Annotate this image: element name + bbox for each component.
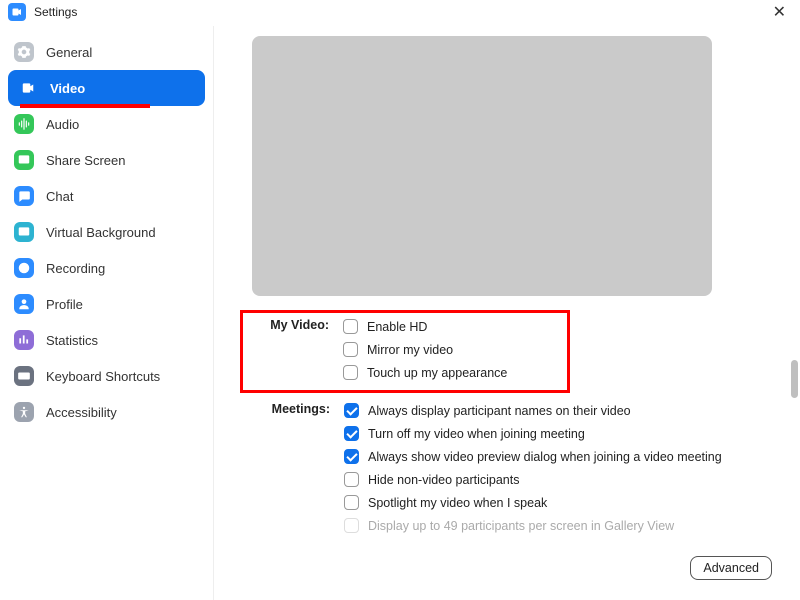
sidebar-item-keyboard[interactable]: Keyboard Shortcuts xyxy=(0,358,213,394)
checkbox[interactable] xyxy=(343,365,358,380)
sidebar-item-label: Chat xyxy=(46,189,73,204)
checkbox[interactable] xyxy=(344,449,359,464)
my-video-option[interactable]: Mirror my video xyxy=(343,338,561,361)
option-label: Always display participant names on thei… xyxy=(368,404,631,418)
sidebar-item-label: Share Screen xyxy=(46,153,126,168)
meetings-options: Always display participant names on thei… xyxy=(330,399,780,537)
settings-sidebar: General Video Audio Share Screen Chat Virtual… xyxy=(0,26,214,600)
option-label: Hide non-video participants xyxy=(368,473,519,487)
sidebar-item-label: General xyxy=(46,45,92,60)
close-icon[interactable]: ✕ xyxy=(769,2,790,22)
checkbox[interactable] xyxy=(344,472,359,487)
gear-icon xyxy=(14,42,34,62)
video-preview xyxy=(252,36,712,296)
record-icon xyxy=(14,258,34,278)
highlight-box-my-video: My Video: Enable HD Mirror my video Touch … xyxy=(240,310,570,393)
scrollbar-thumb[interactable] xyxy=(791,360,798,398)
option-label: Turn off my video when joining meeting xyxy=(368,427,585,441)
meetings-option[interactable]: Hide non-video participants xyxy=(344,468,780,491)
sidebar-item-audio[interactable]: Audio xyxy=(0,106,213,142)
option-label: Enable HD xyxy=(367,320,427,334)
sidebar-item-bg[interactable]: Virtual Background xyxy=(0,214,213,250)
sidebar-item-label: Audio xyxy=(46,117,79,132)
option-label: Mirror my video xyxy=(367,343,453,357)
sidebar-item-video[interactable]: Video xyxy=(8,70,205,106)
meetings-option[interactable]: Spotlight my video when I speak xyxy=(344,491,780,514)
sidebar-item-chat[interactable]: Chat xyxy=(0,178,213,214)
chat-icon xyxy=(14,186,34,206)
advanced-button[interactable]: Advanced xyxy=(690,556,772,580)
audio-icon xyxy=(14,114,34,134)
option-label: Always show video preview dialog when jo… xyxy=(368,450,722,464)
checkbox xyxy=(344,518,359,533)
meetings-option: Display up to 49 participants per screen… xyxy=(344,514,780,537)
sidebar-item-label: Statistics xyxy=(46,333,98,348)
access-icon xyxy=(14,402,34,422)
app-icon xyxy=(8,3,26,21)
sidebar-item-label: Profile xyxy=(46,297,83,312)
sidebar-item-label: Virtual Background xyxy=(46,225,156,240)
sidebar-item-label: Keyboard Shortcuts xyxy=(46,369,160,384)
checkbox[interactable] xyxy=(344,403,359,418)
window-title: Settings xyxy=(34,5,77,19)
share-icon xyxy=(14,150,34,170)
my-video-options: Enable HD Mirror my video Touch up my appe… xyxy=(329,315,561,384)
option-label: Spotlight my video when I speak xyxy=(368,496,547,510)
checkbox[interactable] xyxy=(344,495,359,510)
sidebar-item-share[interactable]: Share Screen xyxy=(0,142,213,178)
option-label: Display up to 49 participants per screen… xyxy=(368,519,674,533)
profile-icon xyxy=(14,294,34,314)
sidebar-item-gear[interactable]: General xyxy=(0,34,213,70)
meetings-option[interactable]: Always display participant names on thei… xyxy=(344,399,780,422)
section-label-meetings: Meetings: xyxy=(244,399,330,416)
sidebar-item-record[interactable]: Recording xyxy=(0,250,213,286)
sidebar-item-profile[interactable]: Profile xyxy=(0,286,213,322)
meetings-option[interactable]: Turn off my video when joining meeting xyxy=(344,422,780,445)
meetings-option[interactable]: Always show video preview dialog when jo… xyxy=(344,445,780,468)
keyboard-icon xyxy=(14,366,34,386)
checkbox[interactable] xyxy=(343,319,358,334)
settings-main: My Video: Enable HD Mirror my video Touch … xyxy=(214,26,800,600)
sidebar-item-label: Accessibility xyxy=(46,405,117,420)
checkbox[interactable] xyxy=(343,342,358,357)
sidebar-item-access[interactable]: Accessibility xyxy=(0,394,213,430)
option-label: Touch up my appearance xyxy=(367,366,507,380)
sidebar-item-label: Recording xyxy=(46,261,105,276)
bg-icon xyxy=(14,222,34,242)
section-label-my-video: My Video: xyxy=(243,315,329,332)
title-bar: Settings ✕ xyxy=(0,0,800,26)
my-video-option[interactable]: Touch up my appearance xyxy=(343,361,561,384)
my-video-option[interactable]: Enable HD xyxy=(343,315,561,338)
video-icon xyxy=(18,78,38,98)
sidebar-item-label: Video xyxy=(50,81,85,96)
sidebar-item-stats[interactable]: Statistics xyxy=(0,322,213,358)
stats-icon xyxy=(14,330,34,350)
checkbox[interactable] xyxy=(344,426,359,441)
